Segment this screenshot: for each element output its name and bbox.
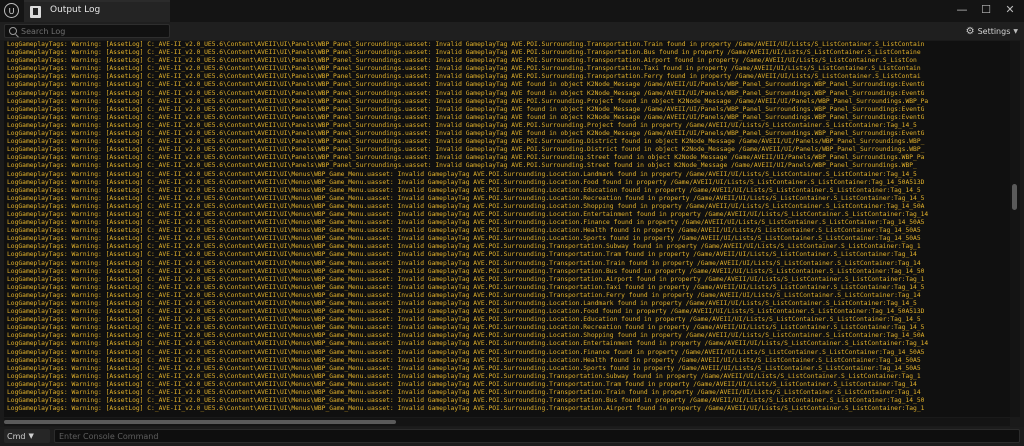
tab-label: Output Log	[50, 5, 101, 15]
log-line: LogGameplayTags: Warning: [AssetLog] C:_…	[7, 113, 925, 121]
log-line: LogGameplayTags: Warning: [AssetLog] C:_…	[7, 243, 921, 251]
horizontal-scroll-thumb[interactable]	[4, 420, 397, 424]
search-box[interactable]	[4, 24, 170, 38]
console-bar: Cmd ▼	[0, 427, 1024, 446]
settings-label: Settings	[977, 26, 1011, 36]
vertical-scroll-thumb[interactable]	[1012, 183, 1017, 211]
log-line: LogGameplayTags: Warning: [AssetLog] C:_…	[7, 89, 925, 97]
log-line: LogGameplayTags: Warning: [AssetLog] C:_…	[7, 364, 921, 372]
log-line: LogGameplayTags: Warning: [AssetLog] C:_…	[7, 105, 925, 113]
horizontal-scrollbar[interactable]	[4, 418, 1010, 426]
log-line: LogGameplayTags: Warning: [AssetLog] C:_…	[7, 397, 925, 405]
log-line: LogGameplayTags: Warning: [AssetLog] C:_…	[7, 146, 925, 154]
log-line: LogGameplayTags: Warning: [AssetLog] C:_…	[7, 202, 925, 210]
log-line: LogGameplayTags: Warning: [AssetLog] C:_…	[7, 162, 917, 170]
maximize-button[interactable]: ☐	[978, 2, 994, 18]
log-line: LogGameplayTags: Warning: [AssetLog] C:_…	[7, 380, 917, 388]
log-line: LogGameplayTags: Warning: [AssetLog] C:_…	[7, 300, 917, 307]
log-line: LogGameplayTags: Warning: [AssetLog] C:_…	[7, 194, 925, 202]
log-line: LogGameplayTags: Warning: [AssetLog] C:_…	[7, 57, 917, 65]
title-bar: U Output Log — ☐ ✕	[0, 0, 1024, 22]
log-line: LogGameplayTags: Warning: [AssetLog] C:_…	[7, 389, 921, 397]
log-line: LogGameplayTags: Warning: [AssetLog] C:_…	[7, 81, 925, 89]
log-line: LogGameplayTags: Warning: [AssetLog] C:_…	[7, 372, 921, 380]
cmd-mode-button[interactable]: Cmd ▼	[4, 429, 50, 443]
log-line: LogGameplayTags: Warning: [AssetLog] C:_…	[7, 219, 925, 227]
log-line: LogGameplayTags: Warning: [AssetLog] C:_…	[7, 316, 921, 324]
log-line: LogGameplayTags: Warning: [AssetLog] C:_…	[7, 324, 925, 332]
unreal-logo-icon: U	[4, 3, 19, 18]
log-line: LogGameplayTags: Warning: [AssetLog] C:_…	[7, 130, 925, 138]
log-line: LogGameplayTags: Warning: [AssetLog] C:_…	[7, 405, 925, 413]
log-line: LogGameplayTags: Warning: [AssetLog] C:_…	[7, 65, 921, 73]
log-line: LogGameplayTags: Warning: [AssetLog] C:_…	[7, 210, 929, 218]
log-line: LogGameplayTags: Warning: [AssetLog] C:_…	[7, 73, 921, 81]
log-line: LogGameplayTags: Warning: [AssetLog] C:_…	[7, 332, 925, 340]
output-log-icon	[30, 6, 41, 18]
log-line: LogGameplayTags: Warning: [AssetLog] C:_…	[7, 138, 925, 146]
log-line: LogGameplayTags: Warning: [AssetLog] C:_…	[7, 340, 929, 348]
log-line: LogGameplayTags: Warning: [AssetLog] C:_…	[7, 186, 921, 194]
log-line: LogGameplayTags: Warning: [AssetLog] C:_…	[7, 308, 925, 316]
log-line: LogGameplayTags: Warning: [AssetLog] C:_…	[7, 348, 925, 356]
log-line: LogGameplayTags: Warning: [AssetLog] C:_…	[7, 259, 921, 267]
vertical-scrollbar[interactable]	[1010, 41, 1020, 417]
log-line: LogGameplayTags: Warning: [AssetLog] C:_…	[7, 49, 921, 57]
log-line: LogGameplayTags: Warning: [AssetLog] C:_…	[7, 154, 925, 162]
log-line: LogGameplayTags: Warning: [AssetLog] C:_…	[7, 283, 925, 291]
log-line: LogGameplayTags: Warning: [AssetLog] C:_…	[7, 170, 917, 178]
log-line: LogGameplayTags: Warning: [AssetLog] C:_…	[7, 291, 921, 299]
settings-button[interactable]: ⚙ Settings ▼	[966, 25, 1018, 37]
log-line: LogGameplayTags: Warning: [AssetLog] C:_…	[7, 251, 917, 259]
cmd-label: Cmd	[7, 431, 26, 441]
log-line: LogGameplayTags: Warning: [AssetLog] C:_…	[7, 275, 925, 283]
log-output[interactable]: LogGameplayTags: Warning: [AssetLog] C:_…	[4, 41, 1010, 417]
log-line: LogGameplayTags: Warning: [AssetLog] C:_…	[7, 178, 925, 186]
log-line: LogGameplayTags: Warning: [AssetLog] C:_…	[7, 121, 917, 129]
close-button[interactable]: ✕	[1002, 2, 1018, 18]
search-icon	[9, 27, 17, 35]
tab-output-log[interactable]: Output Log	[24, 0, 170, 22]
log-line: LogGameplayTags: Warning: [AssetLog] C:_…	[7, 267, 925, 275]
chevron-down-icon: ▼	[28, 432, 34, 440]
console-command-input[interactable]	[54, 429, 1020, 443]
log-line: LogGameplayTags: Warning: [AssetLog] C:_…	[7, 97, 929, 105]
log-line: LogGameplayTags: Warning: [AssetLog] C:_…	[7, 356, 921, 364]
gear-icon: ⚙	[965, 25, 975, 37]
search-input[interactable]	[21, 25, 167, 37]
log-line: LogGameplayTags: Warning: [AssetLog] C:_…	[7, 235, 921, 243]
log-line: LogGameplayTags: Warning: [AssetLog] C:_…	[7, 227, 921, 235]
chevron-down-icon: ▼	[1013, 27, 1018, 35]
log-line: LogGameplayTags: Warning: [AssetLog] C:_…	[7, 41, 925, 48]
minimize-button[interactable]: —	[954, 2, 970, 18]
